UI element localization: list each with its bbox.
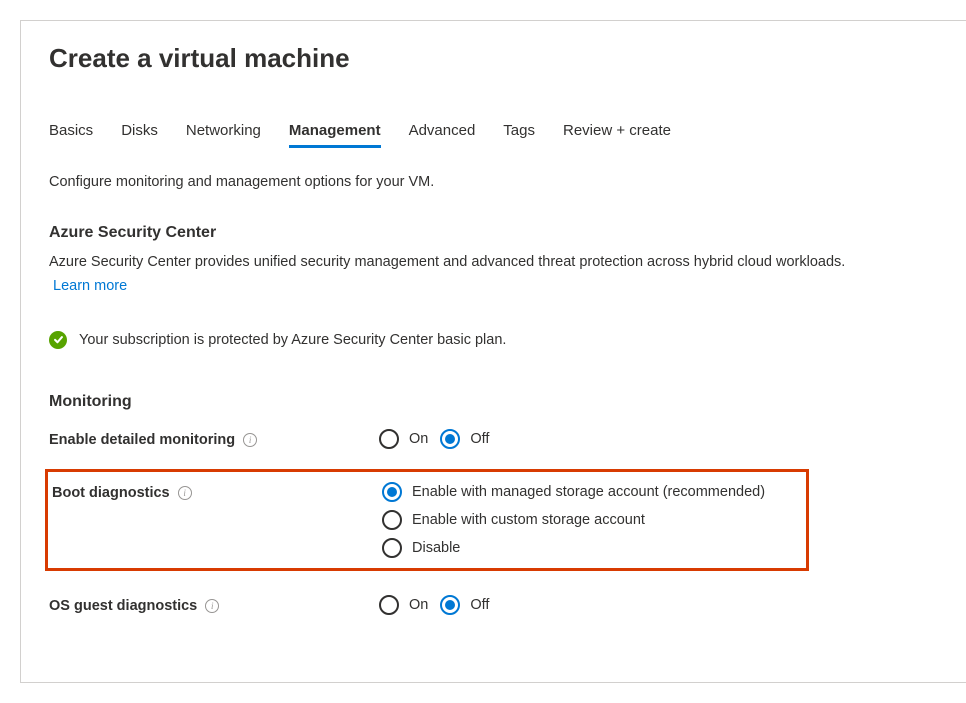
- guest-diagnostics-row: OS guest diagnostics i On Off: [49, 595, 949, 615]
- tabs-nav: Basics Disks Networking Management Advan…: [49, 122, 949, 148]
- create-vm-page: Create a virtual machine Basics Disks Ne…: [20, 20, 966, 683]
- radio-icon: [382, 482, 402, 502]
- page-title: Create a virtual machine: [49, 43, 949, 74]
- boot-diagnostics-label: Boot diagnostics i: [52, 482, 382, 501]
- security-heading: Azure Security Center: [49, 224, 949, 242]
- detailed-monitoring-label-text: Enable detailed monitoring: [49, 432, 235, 448]
- page-description: Configure monitoring and management opti…: [49, 174, 949, 190]
- guest-diagnostics-label-text: OS guest diagnostics: [49, 598, 197, 614]
- detailed-monitoring-label: Enable detailed monitoring i: [49, 429, 379, 448]
- boot-diagnostics-managed[interactable]: Enable with managed storage account (rec…: [382, 482, 765, 502]
- tab-advanced[interactable]: Advanced: [409, 122, 476, 148]
- check-icon: [49, 331, 67, 349]
- radio-icon: [382, 538, 402, 558]
- radio-label: Disable: [412, 540, 460, 556]
- guest-diagnostics-radio-group: On Off: [379, 595, 489, 615]
- radio-icon: [382, 510, 402, 530]
- guest-diagnostics-label: OS guest diagnostics i: [49, 595, 379, 614]
- radio-label: On: [409, 431, 428, 447]
- monitoring-heading: Monitoring: [49, 393, 949, 411]
- radio-label: Off: [470, 597, 489, 613]
- detailed-monitoring-radio-group: On Off: [379, 429, 489, 449]
- boot-diagnostics-highlight: Boot diagnostics i Enable with managed s…: [45, 469, 809, 571]
- security-status-text: Your subscription is protected by Azure …: [79, 332, 506, 348]
- radio-label: Enable with managed storage account (rec…: [412, 484, 765, 500]
- tab-management[interactable]: Management: [289, 122, 381, 148]
- radio-icon: [440, 595, 460, 615]
- radio-icon: [379, 429, 399, 449]
- detailed-monitoring-row: Enable detailed monitoring i On Off: [49, 429, 949, 449]
- tab-disks[interactable]: Disks: [121, 122, 158, 148]
- detailed-monitoring-on[interactable]: On: [379, 429, 428, 449]
- boot-diagnostics-custom[interactable]: Enable with custom storage account: [382, 510, 765, 530]
- radio-label: Enable with custom storage account: [412, 512, 645, 528]
- radio-label: Off: [470, 431, 489, 447]
- boot-diagnostics-disable[interactable]: Disable: [382, 538, 765, 558]
- tab-tags[interactable]: Tags: [503, 122, 535, 148]
- boot-diagnostics-radio-group: Enable with managed storage account (rec…: [382, 482, 765, 558]
- security-section: Azure Security Center Azure Security Cen…: [49, 224, 949, 349]
- radio-label: On: [409, 597, 428, 613]
- boot-diagnostics-label-text: Boot diagnostics: [52, 485, 170, 501]
- guest-diagnostics-off[interactable]: Off: [440, 595, 489, 615]
- security-text: Azure Security Center provides unified s…: [49, 252, 949, 297]
- info-icon[interactable]: i: [243, 433, 257, 447]
- info-icon[interactable]: i: [178, 486, 192, 500]
- radio-icon: [379, 595, 399, 615]
- radio-icon: [440, 429, 460, 449]
- tab-review-create[interactable]: Review + create: [563, 122, 671, 148]
- detailed-monitoring-off[interactable]: Off: [440, 429, 489, 449]
- security-status-row: Your subscription is protected by Azure …: [49, 331, 949, 349]
- tab-networking[interactable]: Networking: [186, 122, 261, 148]
- boot-diagnostics-row: Boot diagnostics i Enable with managed s…: [48, 482, 806, 558]
- monitoring-section: Monitoring Enable detailed monitoring i …: [49, 393, 949, 615]
- security-text-content: Azure Security Center provides unified s…: [49, 254, 845, 270]
- info-icon[interactable]: i: [205, 599, 219, 613]
- guest-diagnostics-on[interactable]: On: [379, 595, 428, 615]
- tab-basics[interactable]: Basics: [49, 122, 93, 148]
- learn-more-link[interactable]: Learn more: [53, 276, 127, 296]
